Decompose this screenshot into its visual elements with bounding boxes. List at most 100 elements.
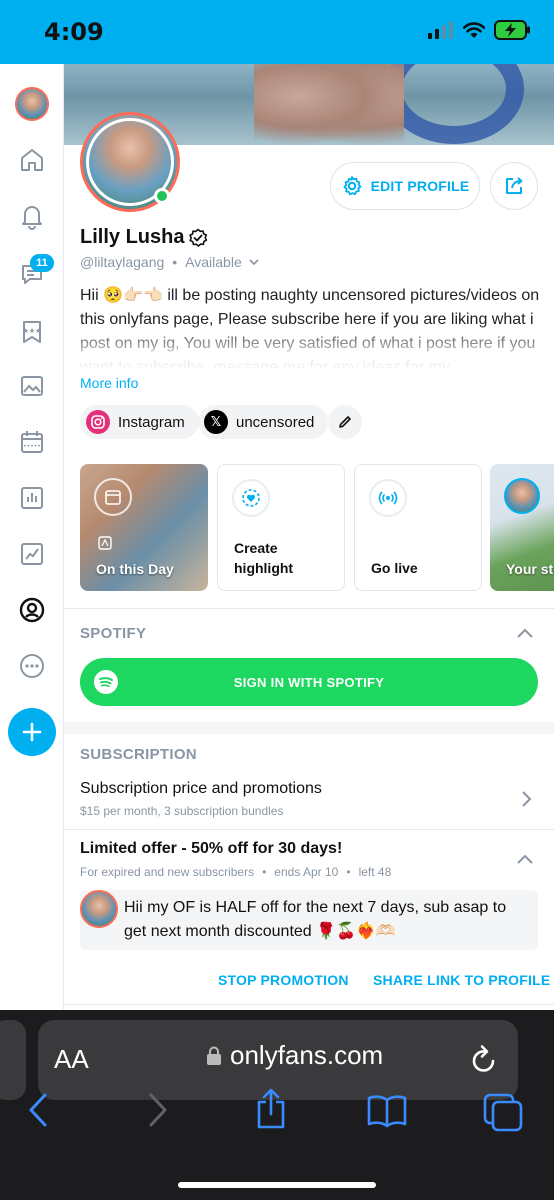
more-info-link[interactable]: More info xyxy=(80,375,138,391)
instagram-icon xyxy=(86,410,110,434)
highlight-on-this-day[interactable]: On this Day xyxy=(80,464,208,591)
forward-icon[interactable] xyxy=(146,1092,170,1128)
battery-charging-icon xyxy=(494,20,530,40)
separator-dot: • xyxy=(346,865,351,879)
share-link-button[interactable]: SHARE LINK TO PROFILE xyxy=(373,972,550,988)
plus-icon xyxy=(22,722,42,742)
signal-icon xyxy=(428,21,453,39)
chevron-up-icon[interactable] xyxy=(516,852,534,866)
chevron-down-icon xyxy=(249,259,259,266)
new-post-button[interactable] xyxy=(8,708,56,756)
heart-circle-icon xyxy=(232,479,270,517)
tabs-icon[interactable] xyxy=(482,1092,524,1132)
subscription-price-row[interactable]: Subscription price and promotions $15 pe… xyxy=(64,770,554,826)
instagram-link-label: Instagram xyxy=(118,413,185,431)
offer-ends: ends Apr 10 xyxy=(274,865,339,879)
profile-name: Lilly Lusha xyxy=(80,226,185,248)
pencil-icon xyxy=(339,416,351,428)
story-avatar xyxy=(504,478,540,514)
highlight-label: Your story xyxy=(506,561,554,577)
home-icon[interactable] xyxy=(14,142,50,178)
spotify-icon xyxy=(94,670,118,694)
wifi-icon xyxy=(462,22,486,38)
edit-profile-label: EDIT PROFILE xyxy=(370,178,470,194)
home-indicator[interactable] xyxy=(178,1182,376,1188)
chevron-up-icon[interactable] xyxy=(516,626,534,640)
divider xyxy=(64,1004,554,1005)
online-status-dot xyxy=(154,188,170,204)
more-icon[interactable] xyxy=(14,648,50,684)
share-icon[interactable] xyxy=(254,1088,288,1130)
verified-icon xyxy=(189,228,208,247)
lock-icon xyxy=(207,1046,221,1065)
offer-left: left 48 xyxy=(358,865,392,879)
calendar-icon[interactable]: ••••• xyxy=(14,424,50,460)
offer-message-box: Hii my OF is HALF off for the next 7 day… xyxy=(80,890,538,950)
bio-fade xyxy=(80,324,540,372)
gear-icon xyxy=(343,176,362,196)
reader-settings-button[interactable]: AA xyxy=(54,1044,89,1075)
subscription-price-sub: $15 per month, 3 subscription bundles xyxy=(80,804,284,818)
analytics-icon[interactable] xyxy=(14,536,50,572)
section-gap xyxy=(64,722,554,734)
story-type-icon xyxy=(98,536,112,555)
share-icon xyxy=(506,177,523,194)
status-bar: 4:09 xyxy=(0,0,554,64)
spotify-section-title: SPOTIFY xyxy=(80,625,147,642)
separator-dot: • xyxy=(262,865,267,879)
avatar xyxy=(80,890,118,928)
highlight-create[interactable]: Create highlight xyxy=(217,464,345,591)
status-time: 4:09 xyxy=(44,18,104,46)
x-link-label: uncensored xyxy=(236,413,315,431)
sidebar: 11 ★★★ ••••• xyxy=(0,64,64,1010)
highlight-label: On this Day xyxy=(96,561,174,577)
live-broadcast-icon xyxy=(369,479,407,517)
bookmark-icon[interactable]: ★★★ xyxy=(14,314,50,350)
sign-in-spotify-label: SIGN IN WITH SPOTIFY xyxy=(233,674,385,690)
reload-icon[interactable] xyxy=(470,1042,498,1074)
previous-tab-bar[interactable] xyxy=(0,1020,26,1100)
status-icons xyxy=(428,20,532,40)
profile-icon[interactable] xyxy=(14,592,50,628)
back-icon[interactable] xyxy=(26,1092,50,1128)
sign-in-spotify-button[interactable]: SIGN IN WITH SPOTIFY xyxy=(80,658,538,706)
avatar xyxy=(15,87,49,121)
chevron-right-icon xyxy=(522,791,532,807)
instagram-link-chip[interactable]: Instagram xyxy=(80,405,199,439)
handle-row: @liltaylagang • Available xyxy=(80,254,260,270)
messages-badge: 11 xyxy=(30,254,54,272)
offer-message: Hii my OF is HALF off for the next 7 day… xyxy=(124,899,507,940)
highlight-label: Go live xyxy=(371,560,418,576)
share-profile-button[interactable] xyxy=(490,162,538,210)
availability-label: Available xyxy=(185,254,242,270)
subscription-price-title: Subscription price and promotions xyxy=(80,780,322,797)
divider xyxy=(64,829,554,830)
bookmarks-icon[interactable] xyxy=(366,1092,408,1128)
profile-main: EDIT PROFILE Lilly Lusha @liltaylagang •… xyxy=(64,64,554,1010)
profile-name-row: Lilly Lusha xyxy=(80,226,208,249)
highlight-go-live[interactable]: Go live xyxy=(354,464,482,591)
availability-dropdown[interactable]: Available xyxy=(185,254,260,270)
bell-icon[interactable] xyxy=(14,198,50,234)
url-text: onlyfans.com xyxy=(230,1040,384,1070)
calendar-icon xyxy=(94,478,132,516)
edit-profile-button[interactable]: EDIT PROFILE xyxy=(330,162,480,210)
url-display[interactable]: onlyfans.com xyxy=(206,1040,383,1071)
highlight-your-story[interactable]: Your story xyxy=(490,464,554,591)
separator-dot: • xyxy=(172,254,178,270)
offer-meta: For expired and new subscribers • ends A… xyxy=(80,865,391,879)
highlight-label: Create highlight xyxy=(234,540,294,576)
subscription-section-title: SUBSCRIPTION xyxy=(80,746,197,763)
offer-title: Limited offer - 50% off for 30 days! xyxy=(80,840,343,857)
profile-handle: @liltaylagang xyxy=(80,254,165,270)
divider xyxy=(64,608,554,609)
x-link-chip[interactable]: 𝕏 uncensored xyxy=(198,405,329,439)
x-logo-icon: 𝕏 xyxy=(204,410,228,434)
svg-text:★★★: ★★★ xyxy=(23,327,42,335)
edit-links-button[interactable] xyxy=(328,405,362,439)
svg-text:•••••: ••••• xyxy=(23,443,41,450)
sidebar-avatar[interactable] xyxy=(14,86,50,122)
statistics-icon[interactable] xyxy=(14,480,50,516)
stop-promotion-button[interactable]: STOP PROMOTION xyxy=(218,972,349,988)
gallery-icon[interactable] xyxy=(14,368,50,404)
